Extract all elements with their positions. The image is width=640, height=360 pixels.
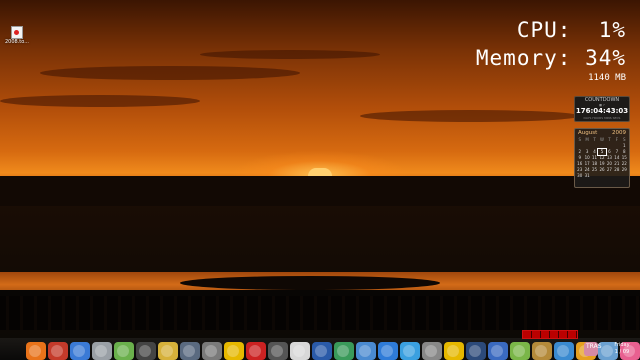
sun [308,168,332,176]
system-meter-widget: CPU: 1% Memory: 34% 1140 MB [476,16,626,84]
calendar-day[interactable]: 31 [583,173,590,179]
app-icon[interactable] [136,342,156,360]
folder2-icon[interactable] [532,342,552,360]
pdf-file-icon [11,26,23,39]
calendar-month: August [578,130,598,136]
dock [26,340,640,360]
firefox-icon[interactable] [26,342,46,360]
memory-label: Memory: [475,46,572,70]
taskbar-clock[interactable]: Friday 1 / 09 [606,342,638,356]
trash-label: TRAS [586,343,602,350]
calendar-day [606,173,613,179]
system-tray-meter[interactable] [522,330,578,339]
countdown-units: DAYS HOURS MINS SECS [583,116,621,120]
app3-icon[interactable] [444,342,464,360]
cpu-row: CPU: 1% [476,16,626,44]
apple-icon[interactable] [114,342,134,360]
red-circle-icon[interactable] [246,342,266,360]
desktop-file-icon[interactable]: 2008.to... [2,26,32,46]
bird-icon[interactable] [378,342,398,360]
gear-icon[interactable] [180,342,200,360]
memory-row: Memory: 34% [476,44,626,72]
jellyfish-icon[interactable] [356,342,376,360]
star-icon[interactable] [158,342,178,360]
calendar-day[interactable]: 30 [576,173,583,179]
countdown-widget[interactable]: COUNTDOWN ■ 7 176:04:43:03 DAYS HOURS MI… [574,96,630,122]
calendar-day [613,173,620,179]
cpu-value: 1% [598,18,626,42]
calendar-day [591,173,598,179]
document-icon[interactable] [290,342,310,360]
media-icon[interactable] [48,342,68,360]
clock-line-1: Friday [614,342,630,348]
messenger-icon[interactable] [70,342,90,360]
word-icon[interactable] [312,342,332,360]
search-icon[interactable] [422,342,442,360]
globe-icon[interactable] [400,342,420,360]
drive-icon[interactable] [92,342,112,360]
calendar-day [598,173,605,179]
folder-icon[interactable] [268,342,288,360]
ie-icon[interactable] [554,342,574,360]
desktop-file-label: 2008.to... [4,39,29,45]
countdown-value: 176:04:43:03 [575,107,629,115]
memory-mb: 1140 MB [588,73,626,83]
road-sign-icon[interactable] [224,342,244,360]
wrench-icon[interactable] [202,342,222,360]
memory-value: 34% [585,46,626,70]
clock-line-2: 1 / 09 [614,349,630,355]
cpu-label: CPU: [516,18,572,42]
info-icon[interactable] [488,342,508,360]
calendar-days: 1 2 3 4 5 6 7 8 9 10 11 12 13 14 15 16 17 18 19 20 21 22 23 24 2… [575,143,629,179]
display-icon[interactable] [466,342,486,360]
calendar-year: 2009 [612,130,626,136]
calendar-day [621,173,628,179]
app2-icon[interactable] [334,342,354,360]
calendar-widget[interactable]: August 2009 SMTWTFS 1 2 3 4 5 6 7 8 9 10 11 12 13 14 1… [574,128,630,188]
cube-icon[interactable] [510,342,530,360]
